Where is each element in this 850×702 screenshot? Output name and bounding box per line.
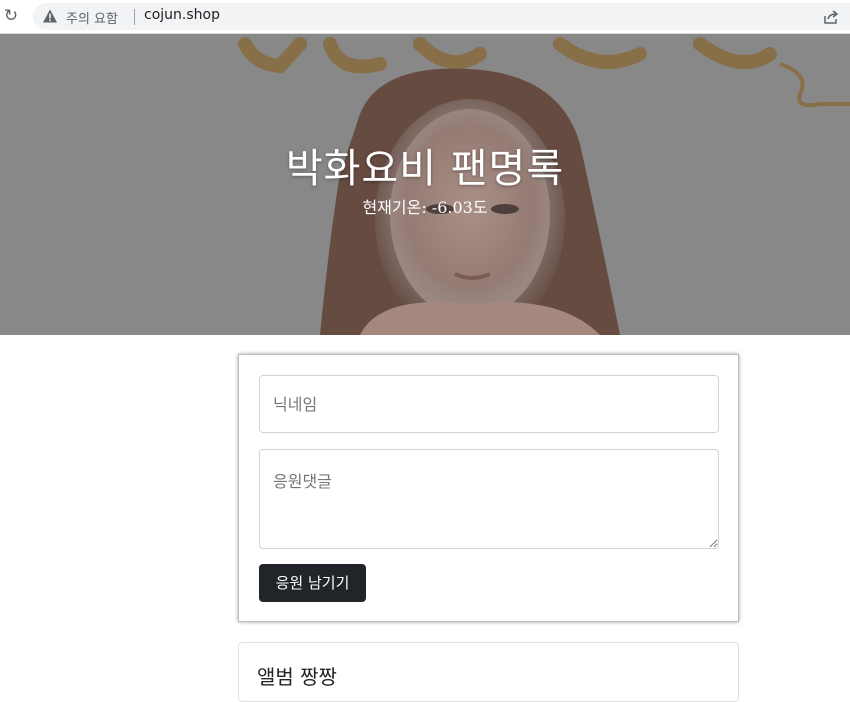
- nickname-input[interactable]: [259, 375, 719, 433]
- album-title: 앨범 짱짱: [257, 665, 337, 689]
- comment-textarea[interactable]: [259, 449, 719, 549]
- browser-toolbar: ↻ 주의 요함 cojun.shop: [0, 0, 850, 34]
- security-warning-text[interactable]: 주의 요함: [66, 8, 118, 27]
- current-temperature: 현재기온: -6.03도: [362, 198, 488, 217]
- share-icon[interactable]: [822, 8, 840, 26]
- warning-icon[interactable]: [42, 8, 58, 24]
- address-divider: [134, 9, 135, 25]
- hero-banner: 박화요비 팬명록 현재기온: -6.03도: [0, 34, 850, 335]
- guestbook-form-card: 응원 남기기: [238, 354, 739, 622]
- page-title: 박화요비 팬명록: [285, 146, 565, 192]
- album-card: 앨범 짱짱: [238, 642, 739, 702]
- submit-comment-button[interactable]: 응원 남기기: [259, 564, 366, 602]
- url-text[interactable]: cojun.shop: [144, 7, 220, 23]
- reload-icon[interactable]: ↻: [2, 6, 20, 26]
- address-bar[interactable]: 주의 요함 cojun.shop: [33, 3, 850, 30]
